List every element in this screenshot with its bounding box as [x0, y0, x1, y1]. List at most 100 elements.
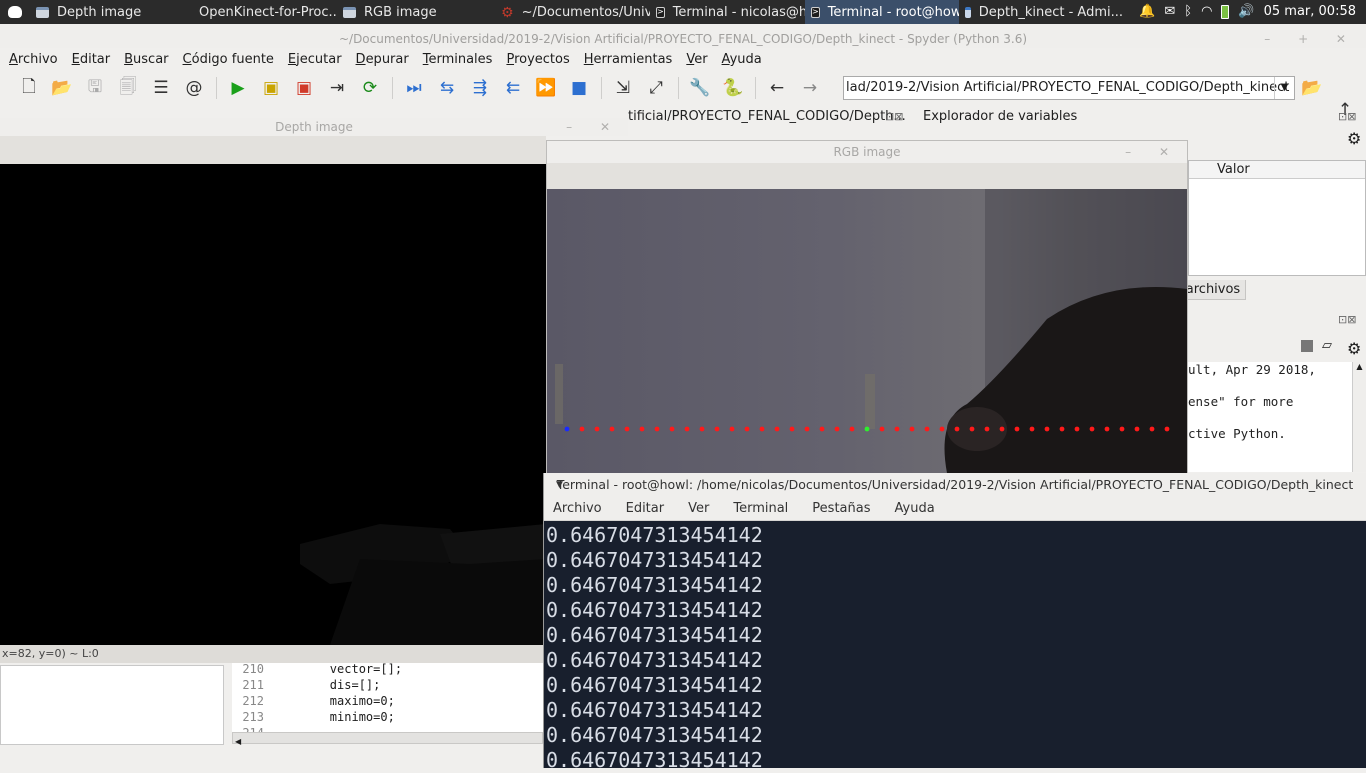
terminal-menu-item[interactable]: Ayuda [895, 501, 935, 516]
console-undock-icon[interactable]: ⊡⊠ [1338, 313, 1356, 326]
chevron-down-icon[interactable]: ▼ [1274, 77, 1294, 99]
new-file-icon[interactable]: 🗋 [18, 77, 40, 99]
outline-pane[interactable] [0, 665, 224, 745]
files-tab[interactable]: archivos [1180, 280, 1246, 300]
tracking-point [834, 426, 840, 432]
depth-image-canvas[interactable] [0, 164, 546, 645]
menu-item[interactable]: Ayuda [722, 52, 762, 67]
line-number: 213 [242, 710, 264, 724]
at-icon[interactable]: @ [183, 77, 205, 99]
window-icon [343, 6, 356, 18]
forward-arrow-icon[interactable]: → [799, 77, 821, 99]
browse-folder-icon[interactable]: 📂 [1301, 77, 1323, 99]
debug-icon[interactable]: ⏭ [403, 77, 425, 99]
save-all-icon[interactable]: 🗐 [117, 77, 139, 99]
scroll-up-icon[interactable]: ▲ [1353, 362, 1366, 371]
tracking-point [1044, 426, 1050, 432]
run-cell-icon[interactable]: ▣ [260, 77, 282, 99]
wifi-icon[interactable]: ◠ [1201, 0, 1212, 24]
rgb-window-titlebar[interactable]: RGB image – ✕ [547, 141, 1187, 163]
menu-item[interactable]: Terminales [423, 52, 493, 67]
scroll-left-icon[interactable]: ◀ [233, 737, 241, 746]
variable-table[interactable]: Valor [1188, 160, 1366, 276]
ipython-console[interactable]: ult, Apr 29 2018, ense" for more ctive Pyt… [1188, 362, 1366, 472]
menu-bar: Archivo Editar Buscar Código fuente Ejecutar… [0, 48, 1366, 70]
taskbar-item[interactable]: RGB image [337, 0, 495, 24]
continue-icon[interactable]: ⏩ [535, 77, 557, 99]
terminal-titlebar[interactable]: ▼ Terminal - root@howl: /home/nicolas/Doc… [544, 473, 1366, 497]
save-icon[interactable]: 🖫 [84, 77, 106, 99]
window-menu-chevron-icon[interactable]: ▼ [556, 473, 563, 497]
tracking-point [1164, 426, 1170, 432]
undock-icon[interactable]: ⊡⊠ [885, 108, 903, 126]
console-line: ult, Apr 29 2018, [1188, 362, 1316, 377]
clock[interactable]: 05 mar, 00:58 [1264, 0, 1356, 24]
editor-tab-path[interactable]: tificial/PROYECTO_FENAL_CODIGO/Depth... [628, 108, 906, 126]
console-scrollbar[interactable]: ▲ [1352, 362, 1366, 472]
volume-icon[interactable]: 🔊 [1238, 0, 1254, 24]
taskbar-item[interactable]: > Terminal - nicolas@h... [650, 0, 805, 24]
code-line[interactable]: 211 dis=[]; [232, 678, 543, 694]
preferences-wrench-icon[interactable]: 🔧 [689, 77, 711, 99]
step-icon[interactable]: ⇆ [436, 77, 458, 99]
settings-gear-icon[interactable]: ⚙ [1347, 129, 1361, 148]
taskbar-item[interactable]: Depth image [30, 0, 185, 24]
menu-item[interactable]: Archivo [9, 52, 58, 67]
taskbar-item[interactable]: Depth_kinect - Admi... [959, 0, 1129, 24]
console-settings-gear-icon[interactable]: ⚙ [1347, 339, 1361, 358]
taskbar-item[interactable]: ⚙ ~/Documentos/Univ... [495, 0, 650, 24]
rgb-window-toolbar [547, 163, 1187, 189]
app-menu-button[interactable] [0, 0, 30, 24]
step-return-icon[interactable]: ⇇ [502, 77, 524, 99]
tracking-point [999, 426, 1005, 432]
depth-window-controls[interactable]: – ✕ [566, 118, 622, 136]
list-icon[interactable]: ☰ [150, 77, 172, 99]
value-column-header[interactable]: Valor [1189, 161, 1365, 179]
terminal-menu-item[interactable]: Terminal [733, 501, 788, 516]
open-folder-icon[interactable]: 📂 [51, 77, 73, 99]
menu-item[interactable]: Editar [72, 52, 111, 67]
taskbar-item[interactable]: OpenKinect-for-Proc... [185, 0, 337, 24]
python-path-icon[interactable]: 🐍 [722, 77, 744, 99]
fullscreen-icon[interactable]: ⤢ [645, 77, 667, 99]
menu-item[interactable]: Ver [686, 52, 707, 67]
mail-icon[interactable]: ✉ [1164, 0, 1175, 24]
menu-item[interactable]: Buscar [124, 52, 168, 67]
code-line[interactable]: 213 minimo=0; [232, 710, 543, 726]
taskbar-item[interactable]: > Terminal - root@how... [805, 0, 959, 24]
working-directory-field[interactable]: lad/2019-2/Vision Artificial/PROYECTO_FE… [843, 76, 1295, 100]
bluetooth-icon[interactable]: ᛒ [1184, 0, 1192, 24]
rgb-image-canvas[interactable] [547, 189, 1187, 473]
stop-console-icon[interactable] [1301, 340, 1313, 352]
clear-console-icon[interactable]: ▱ [1322, 338, 1332, 353]
code-line[interactable]: 212 maximo=0; [232, 694, 543, 710]
maximize-pane-icon[interactable]: ⇲ [612, 77, 634, 99]
code-line[interactable]: 210 vector=[]; [232, 662, 543, 678]
terminal-menu-item[interactable]: Archivo [553, 501, 602, 516]
menu-item[interactable]: Proyectos [506, 52, 569, 67]
menu-item[interactable]: Herramientas [584, 52, 673, 67]
terminal-menu-item[interactable]: Pestañas [812, 501, 870, 516]
tracking-point [1059, 426, 1065, 432]
run-cell-advance-icon[interactable]: ▣ [293, 77, 315, 99]
terminal-menu-item[interactable]: Ver [688, 501, 709, 516]
menu-item[interactable]: Depurar [356, 52, 409, 67]
depth-window-titlebar[interactable]: Depth image – ✕ [0, 118, 628, 136]
menu-item[interactable]: Código fuente [183, 52, 274, 67]
rerun-icon[interactable]: ⟳ [359, 77, 381, 99]
rgb-window-controls[interactable]: – ✕ [1125, 141, 1181, 163]
stop-icon[interactable]: ■ [568, 77, 590, 99]
step-into-icon[interactable]: ⇶ [469, 77, 491, 99]
editor-horizontal-scrollbar[interactable]: ◀ [232, 732, 543, 746]
run-selection-icon[interactable]: ⇥ [326, 77, 348, 99]
run-icon[interactable]: ▶ [227, 77, 249, 99]
code-editor[interactable]: 210 vector=[]; 211 dis=[]; 212 maximo=0; 21… [232, 662, 543, 740]
notification-bell-icon[interactable]: 🔔 [1139, 0, 1155, 24]
battery-icon[interactable] [1221, 5, 1230, 19]
pane-close-icon[interactable]: ⊡⊠ [1338, 110, 1356, 123]
terminal-menu-item[interactable]: Editar [626, 501, 665, 516]
terminal-output[interactable]: 0.6467047313454142 0.6467047313454142 0.64… [544, 521, 1366, 773]
window-controls[interactable]: – + ✕ [1264, 30, 1358, 48]
back-arrow-icon[interactable]: ← [766, 77, 788, 99]
menu-item[interactable]: Ejecutar [288, 52, 342, 67]
